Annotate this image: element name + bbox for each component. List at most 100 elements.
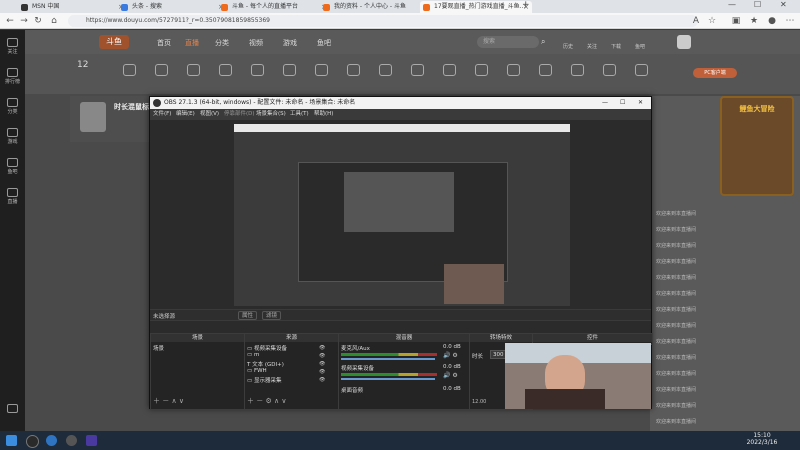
browser-tab[interactable]: 头条 - 搜索× — [118, 1, 227, 13]
add-icon[interactable]: ＋ — [247, 397, 254, 405]
properties-button[interactable]: 属性 — [238, 311, 258, 320]
new-tab-button[interactable]: + — [522, 0, 530, 10]
promo-banner[interactable]: 鲤鱼大冒险 — [720, 96, 794, 196]
search-input[interactable]: 搜索 — [477, 36, 539, 48]
category-item[interactable] — [625, 64, 657, 78]
obs-taskbar-icon[interactable] — [66, 435, 77, 446]
category-item[interactable] — [529, 64, 561, 78]
nav-category[interactable]: 分类 — [215, 38, 229, 48]
source-item[interactable]: T 文本 (GDI+) — [247, 360, 284, 368]
category-item[interactable] — [337, 64, 369, 78]
up-icon[interactable]: ∧ — [171, 397, 176, 405]
menu-edit[interactable]: 编辑(E) — [176, 109, 195, 120]
collections-icon[interactable]: ▣ — [730, 15, 742, 27]
minimize-icon[interactable]: — — [728, 0, 736, 9]
volume-slider[interactable] — [341, 358, 435, 360]
category-item[interactable] — [209, 64, 241, 78]
menu-file[interactable]: 文件(F) — [153, 109, 171, 120]
browser-tab-active[interactable]: 17要观直播_热门游戏直播_斗鱼... × — [420, 1, 532, 13]
sidebar-item[interactable]: 排行榜 — [2, 68, 23, 85]
category-item[interactable] — [497, 64, 529, 78]
nav-video[interactable]: 视频 — [249, 38, 263, 48]
more-icon[interactable]: ⋯ — [784, 15, 796, 27]
remove-icon[interactable]: － — [256, 397, 263, 405]
read-aloud-icon[interactable]: A — [690, 15, 702, 27]
add-icon[interactable]: ＋ — [153, 397, 160, 405]
sidebar-item[interactable]: 分类 — [2, 98, 23, 115]
category-item[interactable] — [113, 64, 145, 78]
category-item[interactable] — [593, 64, 625, 78]
refresh-icon[interactable]: ↻ — [32, 15, 44, 27]
site-logo[interactable]: 斗鱼 — [99, 35, 129, 49]
browser-tab[interactable]: MSN 中国× — [18, 1, 127, 13]
category-item[interactable] — [465, 64, 497, 78]
obs-preview[interactable] — [234, 124, 570, 306]
menu-view[interactable]: 视图(V) — [200, 109, 219, 120]
history-link[interactable]: 历史 — [563, 43, 573, 50]
browser-tab[interactable]: 斗鱼 - 每个人的直播平台× — [218, 1, 330, 13]
url-field[interactable]: https://www.douyu.com/5727911?_r=0.35079… — [68, 15, 698, 27]
sidebar-collapse[interactable] — [2, 404, 23, 414]
nav-fishbar[interactable]: 鱼吧 — [317, 38, 331, 48]
forward-icon[interactable]: → — [18, 15, 30, 27]
nav-home[interactable]: 首页 — [157, 38, 171, 48]
close-window-icon[interactable]: ✕ — [780, 0, 787, 9]
close-icon[interactable]: ✕ — [638, 97, 643, 109]
visibility-icons[interactable]: 👁 👁 👁 👁 👁 — [319, 344, 325, 384]
back-icon[interactable]: ← — [4, 15, 16, 27]
avatar[interactable] — [677, 35, 691, 49]
maximize-icon[interactable]: ☐ — [620, 97, 625, 109]
menu-tools[interactable]: 工具(T) — [290, 109, 309, 120]
source-item[interactable]: ▭ 视频采集设备 — [247, 344, 287, 352]
follow-link[interactable]: 关注 — [587, 43, 597, 50]
sidebar-item[interactable]: 鱼吧 — [2, 158, 23, 175]
menu-help[interactable]: 帮助(H) — [314, 109, 333, 120]
nav-live[interactable]: 直播 — [185, 38, 199, 48]
sidebar-item[interactable]: 关注 — [2, 38, 23, 55]
menu-scene-collection[interactable]: 场景集合(S) — [256, 109, 286, 120]
minimize-icon[interactable]: — — [602, 97, 608, 109]
category-item[interactable] — [145, 64, 177, 78]
windows-start-icon[interactable] — [6, 435, 17, 446]
search-icon[interactable] — [26, 435, 39, 448]
edge-icon[interactable] — [46, 435, 57, 446]
favorite-icon[interactable]: ☆ — [706, 15, 718, 27]
category-item[interactable] — [401, 64, 433, 78]
fishbar-link[interactable]: 鱼吧 — [635, 43, 645, 50]
browser-tab[interactable]: 我的资料 - 个人中心 - 斗鱼× — [320, 1, 430, 13]
gear-icon[interactable]: ⚙ — [265, 397, 271, 405]
speaker-icon[interactable]: 🔊 ⚙ — [443, 372, 458, 379]
speaker-icon[interactable]: 🔊 ⚙ — [443, 352, 458, 359]
filters-button[interactable]: 滤镜 — [262, 311, 282, 320]
category-item[interactable] — [305, 64, 337, 78]
favorites-list-icon[interactable]: ★ — [748, 15, 760, 27]
source-item[interactable]: ▭ m — [247, 352, 259, 358]
search-icon[interactable]: ⌕ — [541, 36, 553, 48]
profile-icon[interactable]: ● — [766, 15, 778, 27]
category-item[interactable] — [273, 64, 305, 78]
category-item[interactable] — [561, 64, 593, 78]
remove-icon[interactable]: － — [162, 397, 169, 405]
streamer-avatar[interactable] — [80, 102, 106, 132]
source-item[interactable]: ▭ FWH — [247, 368, 267, 374]
sidebar-item[interactable]: 直播 — [2, 188, 23, 205]
volume-slider[interactable] — [341, 378, 435, 380]
category-item[interactable] — [369, 64, 401, 78]
down-icon[interactable]: ∨ — [179, 397, 184, 405]
clock[interactable]: 15:10 2022/3/16 — [740, 432, 784, 446]
category-item[interactable] — [177, 64, 209, 78]
down-icon[interactable]: ∨ — [281, 397, 286, 405]
sidebar-item[interactable]: 游戏 — [2, 128, 23, 145]
nav-game[interactable]: 游戏 — [283, 38, 297, 48]
menu-docks[interactable]: 停靠部件(D) — [224, 109, 255, 120]
maximize-icon[interactable]: ☐ — [754, 0, 761, 9]
home-icon[interactable]: ⌂ — [48, 15, 60, 27]
pc-client-button[interactable]: PC客户端 — [693, 68, 737, 78]
scene-item[interactable]: 场景 — [153, 344, 164, 352]
category-item[interactable] — [433, 64, 465, 78]
download-link[interactable]: 下载 — [611, 43, 621, 50]
category-item[interactable] — [241, 64, 273, 78]
source-item[interactable]: ▭ 显示器采集 — [247, 376, 281, 384]
app-taskbar-icon[interactable] — [86, 435, 97, 446]
up-icon[interactable]: ∧ — [274, 397, 279, 405]
